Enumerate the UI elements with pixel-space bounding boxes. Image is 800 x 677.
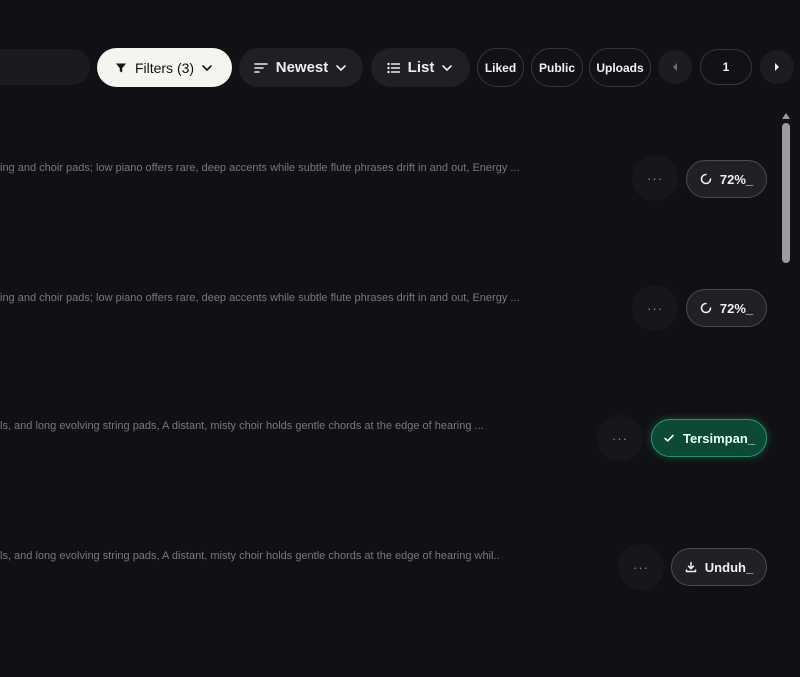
- caret-left-icon: [671, 62, 679, 72]
- chevron-down-icon: [440, 61, 454, 75]
- song-description: ing and choir pads; low piano offers rar…: [0, 292, 520, 304]
- uploads-label: Uploads: [596, 60, 644, 75]
- more-options-button[interactable]: ···: [632, 285, 678, 331]
- spinner-icon: [700, 173, 712, 185]
- public-filter-chip[interactable]: Public: [531, 48, 583, 87]
- saved-status-button[interactable]: Tersimpan_: [651, 419, 767, 457]
- song-description: ls, and long evolving string pads, A dis…: [0, 550, 500, 562]
- scroll-up-arrow-icon[interactable]: [781, 108, 791, 119]
- previous-page-button[interactable]: [658, 50, 692, 84]
- chevron-down-icon: [334, 61, 348, 75]
- more-dots-icon: ···: [647, 170, 663, 186]
- public-label: Public: [538, 60, 575, 75]
- download-button[interactable]: Unduh_: [671, 548, 767, 586]
- check-icon: [663, 432, 675, 444]
- view-dropdown[interactable]: List: [371, 48, 470, 87]
- page-number: 1: [722, 60, 730, 74]
- search-input[interactable]: [0, 49, 90, 85]
- song-description: ing and choir pads; low piano offers rar…: [0, 162, 520, 174]
- progress-status-button[interactable]: 72%_: [686, 289, 767, 327]
- uploads-filter-chip[interactable]: Uploads: [589, 48, 651, 87]
- page-number-field[interactable]: 1: [700, 49, 752, 85]
- chevron-down-icon: [200, 61, 214, 75]
- progress-status-button[interactable]: 72%_: [686, 160, 767, 198]
- song-row[interactable]: ing and choir pads; low piano offers rar…: [0, 280, 780, 340]
- toolbar: Filters (3) Newest List Liked Public Upl…: [0, 0, 800, 110]
- more-options-button[interactable]: ···: [618, 544, 664, 590]
- more-options-button[interactable]: ···: [632, 155, 678, 201]
- sort-lines-icon: [253, 62, 268, 74]
- download-icon: [685, 561, 697, 573]
- liked-label: Liked: [484, 60, 517, 75]
- sort-dropdown[interactable]: Newest: [239, 48, 363, 87]
- caret-right-icon: [773, 62, 781, 72]
- saved-label: Tersimpan_: [682, 430, 755, 446]
- sort-label: Newest: [275, 59, 329, 76]
- spinner-icon: [700, 302, 712, 314]
- next-page-button[interactable]: [760, 50, 794, 84]
- more-dots-icon: ···: [647, 300, 663, 316]
- progress-label: 72%_: [719, 171, 754, 187]
- song-row[interactable]: ls, and long evolving string pads, A dis…: [0, 540, 780, 600]
- library-page: Filters (3) Newest List Liked Public Upl…: [0, 0, 800, 677]
- liked-filter-chip[interactable]: Liked: [477, 48, 524, 87]
- list-view-icon: [386, 62, 400, 74]
- progress-label: 72%_: [719, 300, 754, 316]
- more-dots-icon: ···: [612, 430, 628, 446]
- song-row[interactable]: ls, and long evolving string pads, A dis…: [0, 410, 780, 470]
- more-dots-icon: ···: [633, 559, 649, 575]
- view-label: List: [407, 59, 435, 76]
- song-description: ls, and long evolving string pads, A dis…: [0, 420, 484, 432]
- more-options-button[interactable]: ···: [597, 415, 643, 461]
- filters-label: Filters (3): [134, 59, 195, 76]
- song-row[interactable]: ing and choir pads; low piano offers rar…: [0, 150, 780, 210]
- scrollbar-thumb[interactable]: [782, 123, 790, 263]
- filters-button[interactable]: Filters (3): [97, 48, 232, 87]
- filter-funnel-icon: [115, 62, 127, 74]
- download-label: Unduh_: [704, 559, 754, 575]
